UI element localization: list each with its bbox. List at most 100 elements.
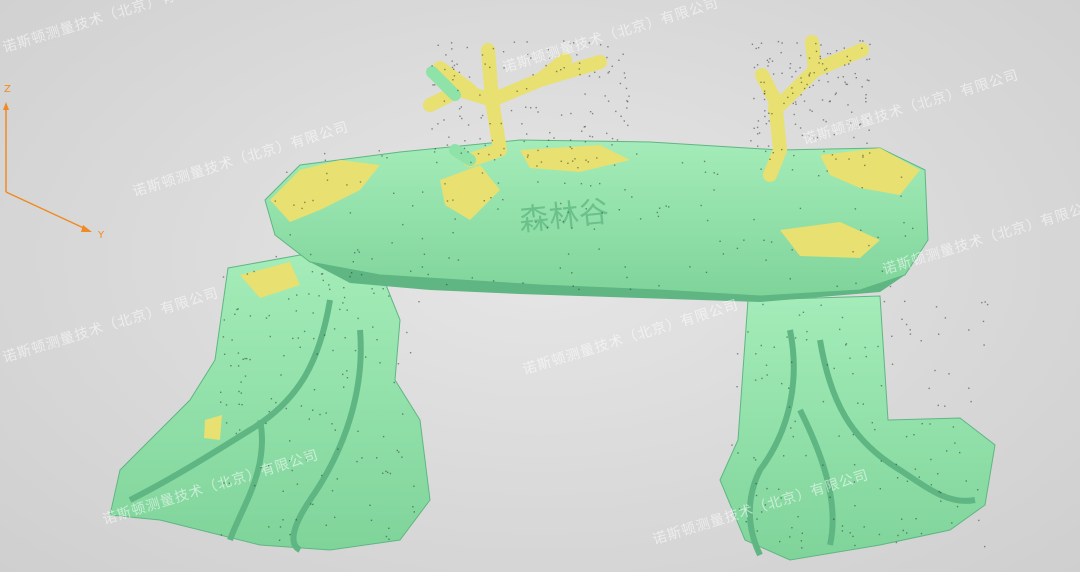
scan-point — [800, 54, 802, 57]
scan-point — [915, 518, 917, 520]
scan-point — [801, 532, 803, 534]
scan-point — [244, 375, 247, 377]
scan-point — [611, 65, 613, 67]
scan-point — [833, 518, 835, 520]
scan-point — [794, 123, 797, 125]
scan-point — [754, 459, 757, 461]
scan-point — [585, 208, 587, 210]
scan-point — [418, 301, 420, 303]
scan-point — [862, 40, 864, 42]
scan-point — [223, 319, 225, 321]
z-axis-arrow — [3, 102, 9, 110]
scan-point — [357, 249, 359, 251]
scan-point — [437, 123, 439, 125]
scan-point — [848, 63, 850, 65]
scan-point — [909, 333, 912, 335]
scan-point — [839, 328, 841, 331]
scan-point — [289, 440, 291, 442]
scan-point — [376, 457, 378, 459]
scan-point — [883, 300, 886, 303]
scan-point — [398, 451, 400, 453]
scan-point — [321, 474, 323, 477]
scan-point — [864, 346, 866, 349]
scan-point — [361, 457, 363, 459]
scan-point — [772, 152, 774, 154]
scan-point — [829, 53, 832, 55]
scan-point — [436, 161, 438, 164]
scan-point — [818, 79, 820, 82]
scan-point — [389, 472, 392, 475]
scan-point — [792, 435, 794, 438]
scan-point — [760, 42, 763, 44]
scan-point — [379, 362, 381, 364]
scan-point — [906, 480, 909, 482]
scan-point — [938, 490, 940, 493]
scan-point — [770, 241, 773, 243]
scan-point — [240, 392, 242, 394]
scan-point — [591, 112, 594, 115]
scan-point — [523, 140, 525, 143]
scan-point — [938, 333, 940, 335]
scan-point — [762, 303, 764, 306]
scan-point — [929, 423, 931, 425]
scan-point — [879, 488, 881, 490]
scan-point — [795, 70, 797, 73]
scan-point — [794, 420, 796, 423]
scan-point — [903, 222, 905, 224]
scan-point — [788, 387, 790, 389]
scan-point — [451, 66, 454, 69]
scan-point — [450, 42, 453, 44]
scan-point — [608, 71, 610, 73]
scan-point — [755, 47, 757, 50]
scan-point — [607, 46, 609, 48]
scan-point — [311, 271, 314, 273]
scan-point — [308, 418, 310, 420]
scan-point — [606, 56, 608, 59]
scan-point — [918, 476, 920, 478]
scan-point — [792, 102, 794, 105]
scan-point — [560, 160, 562, 162]
scan-point — [787, 96, 789, 99]
scan-point — [743, 239, 745, 241]
scan-point — [805, 454, 807, 457]
scan-point — [607, 72, 609, 74]
scan-point — [342, 302, 344, 304]
scan-point — [293, 204, 295, 206]
scan-point — [823, 150, 825, 153]
scan-point — [860, 229, 862, 231]
scan-point — [466, 46, 468, 49]
scan-point — [265, 317, 268, 319]
scan-point — [513, 41, 516, 43]
scan-point — [766, 374, 768, 376]
scan-point — [700, 204, 702, 207]
scan-point — [354, 252, 356, 254]
scan-point — [323, 334, 326, 336]
scan-point — [791, 87, 793, 89]
scan-point — [249, 315, 252, 317]
scan-point — [747, 331, 749, 333]
scan-point — [300, 405, 303, 407]
scan-point — [433, 151, 436, 153]
scan-point — [458, 71, 461, 73]
scan-point — [237, 365, 240, 367]
scan-point — [357, 430, 359, 432]
scan-point — [861, 86, 863, 88]
scan-point — [546, 227, 549, 229]
scan-point — [866, 58, 868, 61]
scan-point — [851, 111, 853, 113]
3d-viewport[interactable]: 森林谷 Z Y 诺斯顿测量技术（北京）有限公司 诺斯顿测量技术（北京）有限公司 … — [0, 0, 1080, 572]
scan-point — [767, 61, 770, 63]
scan-point — [791, 361, 793, 363]
scan-point — [769, 158, 771, 160]
scan-point — [868, 58, 871, 60]
scan-point — [310, 253, 312, 256]
scan-point — [359, 181, 362, 183]
scan-point — [808, 73, 810, 76]
scan-point — [625, 87, 628, 90]
scan-point — [618, 59, 620, 61]
scan-point — [431, 65, 433, 67]
scan-point — [406, 331, 408, 334]
scan-point — [559, 267, 561, 269]
scan-point — [623, 120, 625, 122]
scan-point — [766, 487, 768, 490]
